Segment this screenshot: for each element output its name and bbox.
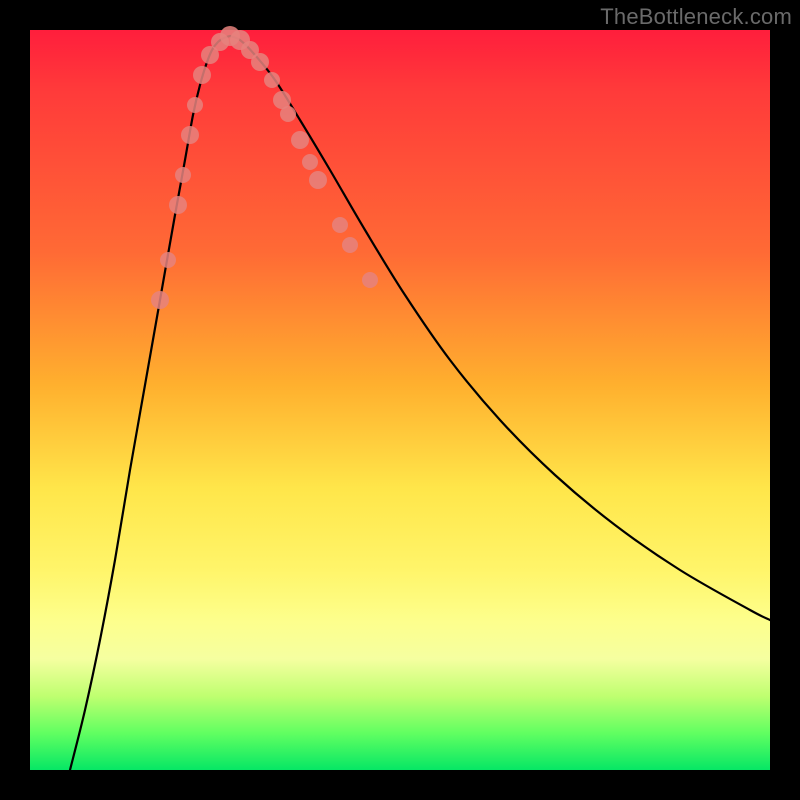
chart-marker: [169, 196, 187, 214]
chart-marker: [193, 66, 211, 84]
chart-marker: [291, 131, 309, 149]
chart-marker: [280, 106, 296, 122]
chart-marker: [264, 72, 280, 88]
chart-marker: [332, 217, 348, 233]
chart-markers: [151, 26, 378, 309]
chart-marker: [302, 154, 318, 170]
chart-frame: TheBottleneck.com: [0, 0, 800, 800]
chart-marker: [151, 291, 169, 309]
chart-marker: [187, 97, 203, 113]
chart-marker: [251, 53, 269, 71]
watermark-text: TheBottleneck.com: [600, 4, 792, 30]
chart-marker: [342, 237, 358, 253]
chart-marker: [362, 272, 378, 288]
chart-marker: [309, 171, 327, 189]
chart-marker: [160, 252, 176, 268]
chart-plot-area: [30, 30, 770, 770]
chart-marker: [181, 126, 199, 144]
chart-marker: [175, 167, 191, 183]
curve-left: [70, 36, 230, 770]
curve-right: [230, 36, 770, 620]
chart-svg: [30, 30, 770, 770]
